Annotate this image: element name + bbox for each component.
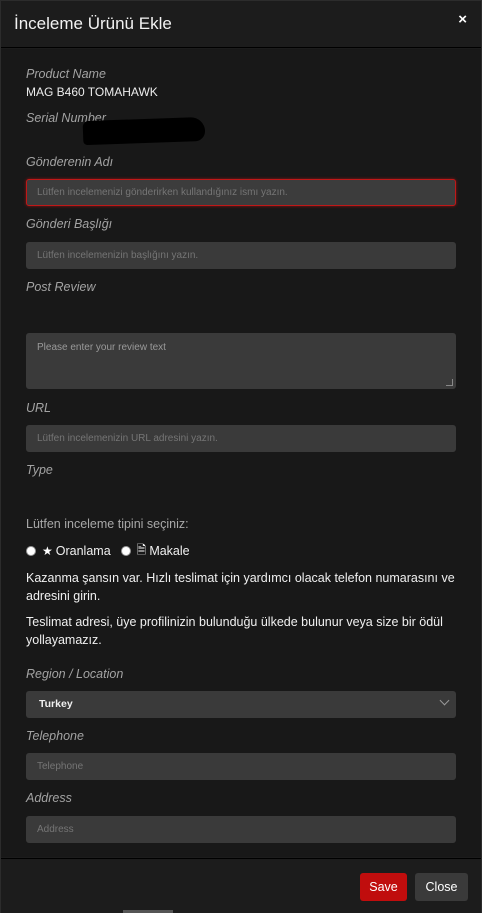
post-review-label: Post Review — [26, 280, 96, 294]
review-text-placeholder: Please enter your review text — [37, 342, 166, 353]
type-label: Type — [26, 463, 53, 477]
telephone-input[interactable] — [26, 753, 456, 780]
modal-title: İnceleme Ürünü Ekle — [14, 14, 172, 33]
url-input[interactable] — [26, 425, 456, 452]
radio-label-oranlama: Oranlama — [55, 544, 111, 558]
radio-makale[interactable] — [120, 546, 131, 556]
review-product-modal: İnceleme Ürünü Ekle × Product Name MAG B… — [0, 0, 482, 913]
post-title-label: Gönderi Başlığı — [26, 217, 113, 231]
save-button[interactable]: Save — [360, 873, 407, 901]
star-icon: ★ — [42, 544, 53, 558]
review-text-area[interactable]: Please enter your review text — [26, 333, 456, 389]
info-text-delivery: Teslimat adresi, üye profilinizin bulund… — [26, 615, 443, 647]
post-title-input[interactable] — [26, 242, 456, 269]
type-prompt: Lütfen inceleme tipini seçiniz: — [26, 517, 189, 531]
radio-label-makale: Makale — [149, 544, 190, 558]
region-select[interactable]: Turkey — [26, 691, 456, 718]
modal-header: İnceleme Ürünü Ekle × — [1, 1, 481, 48]
resize-handle-icon[interactable] — [446, 379, 453, 386]
product-name-value: MAG B460 TOMAHAWK — [26, 85, 158, 99]
info-text-phone: Kazanma şansın var. Hızlı teslimat için … — [26, 571, 455, 603]
type-radio-group: ★ Oranlama 🗎 Makale — [26, 543, 190, 559]
radio-oranlama[interactable] — [26, 546, 36, 556]
region-label: Region / Location — [26, 667, 124, 681]
close-icon[interactable]: × — [458, 11, 467, 28]
document-icon: 🗎 — [136, 542, 147, 557]
chevron-down-icon — [439, 695, 450, 706]
close-button[interactable]: Close — [415, 873, 468, 901]
telephone-label: Telephone — [26, 729, 84, 743]
address-input[interactable] — [26, 816, 456, 843]
region-selected-value: Turkey — [39, 698, 73, 710]
sender-name-label: Gönderenin Adı — [26, 155, 114, 169]
address-label: Address — [26, 791, 72, 805]
sender-name-input[interactable] — [26, 179, 456, 206]
redacted-serial-number — [82, 116, 206, 146]
url-label: URL — [26, 401, 52, 415]
product-name-label: Product Name — [26, 67, 106, 81]
modal-footer: Save Close — [1, 858, 481, 913]
